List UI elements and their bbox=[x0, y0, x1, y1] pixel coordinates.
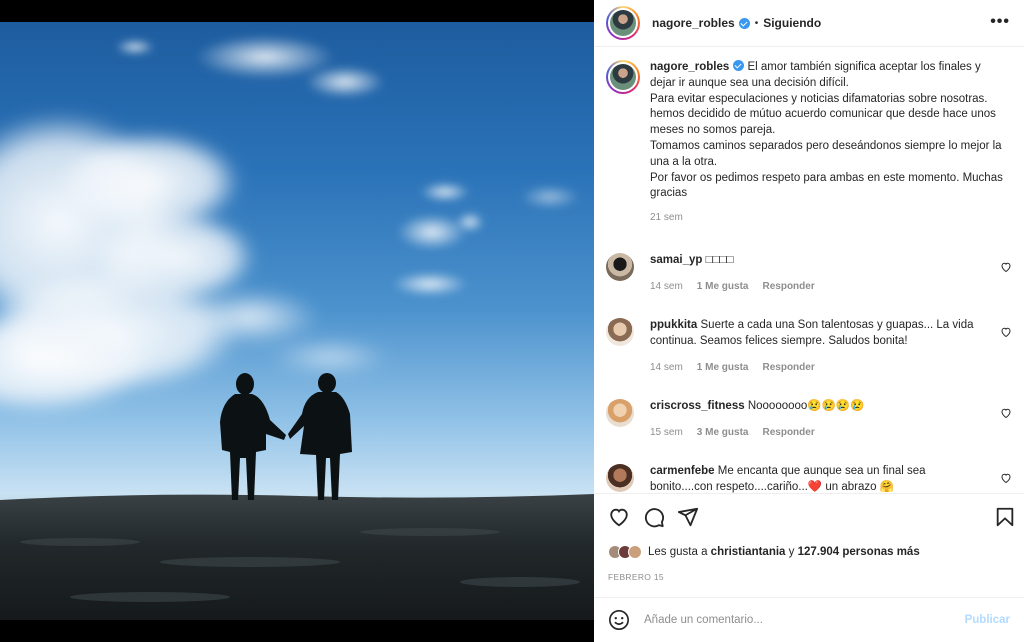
heart-icon[interactable] bbox=[608, 506, 630, 528]
commenter-avatar[interactable] bbox=[606, 253, 634, 281]
likes-first-user[interactable]: christiantania bbox=[711, 546, 786, 558]
post-photo[interactable] bbox=[0, 22, 594, 620]
emoji-icon[interactable] bbox=[608, 609, 630, 631]
couple-silhouette bbox=[220, 373, 352, 500]
verified-icon bbox=[738, 17, 750, 29]
post-date[interactable]: FEBRERO 15 bbox=[608, 572, 664, 582]
more-icon[interactable]: ••• bbox=[990, 13, 1010, 31]
comment-timestamp[interactable]: 14 sem bbox=[650, 281, 683, 292]
caption-timestamp[interactable]: 21 sem bbox=[650, 212, 683, 223]
likes-others[interactable]: 127.904 personas más bbox=[798, 546, 920, 558]
caption: nagore_robles El amor también significa … bbox=[606, 60, 1012, 223]
separator-dot: • bbox=[754, 17, 759, 29]
likes-summary[interactable]: Les gusta a christiantania y 127.904 per… bbox=[608, 545, 920, 559]
liker-avatars bbox=[608, 545, 642, 559]
comments-scroll[interactable]: nagore_robles El amor también significa … bbox=[594, 48, 1024, 494]
post-actions bbox=[594, 496, 1024, 536]
caption-line: Por favor os pedimos respeto para ambas … bbox=[650, 171, 1003, 200]
comment-input[interactable] bbox=[644, 614, 965, 626]
comment-text: Noooooooo😢😢😢😢 bbox=[747, 400, 865, 412]
comment-item: criscross_fitness Noooooooo😢😢😢😢 15 sem 3… bbox=[606, 399, 1012, 438]
bookmark-icon[interactable] bbox=[994, 506, 1016, 528]
comment-item: carmenfebe Me encanta que aunque sea un … bbox=[606, 464, 1012, 493]
comment-item: ppukkita Suerte a cada una Son talentosa… bbox=[606, 318, 1012, 373]
caption-line: Tomamos caminos separados pero deseándon… bbox=[650, 139, 1002, 168]
like-comment-heart-icon[interactable] bbox=[1000, 261, 1012, 273]
likes-prefix: Les gusta a bbox=[648, 546, 708, 558]
reply-button[interactable]: Responder bbox=[762, 281, 814, 292]
comment-username[interactable]: samai_yp bbox=[650, 254, 702, 266]
like-comment-heart-icon[interactable] bbox=[1000, 472, 1012, 484]
caption-line: Para evitar especulaciones y noticias di… bbox=[650, 92, 996, 137]
author-username[interactable]: nagore_robles bbox=[652, 16, 735, 30]
comment-icon[interactable] bbox=[643, 506, 665, 528]
follow-status-button[interactable]: Siguiendo bbox=[763, 16, 821, 30]
caption-avatar[interactable] bbox=[606, 60, 640, 94]
add-comment-bar: Publicar bbox=[594, 597, 1024, 642]
publish-button[interactable]: Publicar bbox=[965, 614, 1010, 626]
commenter-avatar[interactable] bbox=[606, 399, 634, 427]
like-comment-heart-icon[interactable] bbox=[1000, 407, 1012, 419]
caption-username[interactable]: nagore_robles bbox=[650, 61, 729, 73]
commenter-avatar[interactable] bbox=[606, 464, 634, 492]
comment-item: samai_yp □□□□ 14 sem 1 Me gusta Responde… bbox=[606, 253, 1012, 292]
post-panel: nagore_robles • Siguiendo ••• nagore_rob… bbox=[594, 0, 1024, 642]
comment-text: □□□□ bbox=[705, 254, 734, 266]
likes-connector: y bbox=[788, 546, 795, 558]
like-comment-heart-icon[interactable] bbox=[1000, 326, 1012, 338]
comment-likes[interactable]: 1 Me gusta bbox=[697, 362, 749, 373]
comment-username[interactable]: criscross_fitness bbox=[650, 400, 745, 412]
author-avatar[interactable] bbox=[606, 6, 640, 40]
photo-illustration bbox=[0, 35, 594, 620]
comment-likes[interactable]: 3 Me gusta bbox=[697, 427, 749, 438]
comment-username[interactable]: carmenfebe bbox=[650, 465, 715, 477]
comment-text: Suerte a cada una Son talentosas y guapa… bbox=[650, 319, 974, 347]
comment-likes[interactable]: 1 Me gusta bbox=[697, 281, 749, 292]
reply-button[interactable]: Responder bbox=[762, 362, 814, 373]
comment-timestamp[interactable]: 15 sem bbox=[650, 427, 683, 438]
comment-timestamp[interactable]: 14 sem bbox=[650, 362, 683, 373]
post-header: nagore_robles • Siguiendo ••• bbox=[594, 0, 1024, 47]
reply-button[interactable]: Responder bbox=[762, 427, 814, 438]
share-icon[interactable] bbox=[677, 506, 699, 528]
verified-icon bbox=[733, 60, 745, 71]
commenter-avatar[interactable] bbox=[606, 318, 634, 346]
comment-username[interactable]: ppukkita bbox=[650, 319, 697, 331]
